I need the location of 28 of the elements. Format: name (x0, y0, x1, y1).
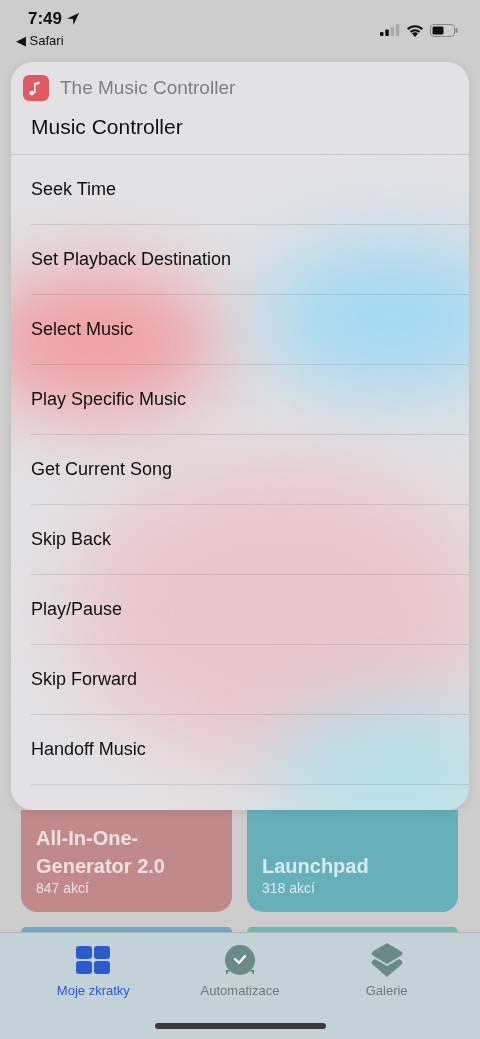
grid-icon (76, 943, 111, 977)
action-item[interactable]: Play Specific Music (31, 365, 469, 435)
shortcut-card[interactable] (247, 927, 458, 932)
location-arrow-icon (66, 12, 81, 26)
wifi-icon (406, 23, 424, 37)
music-note-app-icon (23, 75, 49, 101)
signal-icon (380, 24, 400, 36)
app-name: The Music Controller (60, 77, 236, 99)
shortcut-card[interactable] (21, 927, 232, 932)
sheet-title: Music Controller (30, 114, 183, 140)
action-item[interactable]: Set Playback Destination (31, 225, 469, 295)
action-item[interactable]: Skip Forward (31, 645, 469, 715)
back-to-app-link[interactable]: ◀ Safari (16, 33, 81, 48)
action-item[interactable]: Skip Back (31, 505, 469, 575)
action-count: 847 akcí (36, 880, 90, 896)
action-item[interactable]: Handoff Music (31, 715, 469, 785)
tab-bar-item[interactable]: Moje zkratky (28, 943, 159, 998)
action-count: 318 akcí (262, 880, 316, 896)
shortcut-title: Launchpad (262, 854, 370, 879)
battery-icon (430, 23, 458, 37)
clock-check-icon (224, 943, 256, 977)
status-time: 7:49 (28, 9, 63, 29)
shortcut-title: All-In-One-Generator 2.0 (36, 826, 166, 879)
action-item[interactable]: Play/Pause (31, 575, 469, 645)
action-item[interactable]: Seek Time (31, 155, 469, 225)
layers-icon (370, 943, 403, 977)
action-item[interactable]: Get Current Song (31, 435, 469, 505)
action-item[interactable]: Select Music (31, 295, 469, 365)
